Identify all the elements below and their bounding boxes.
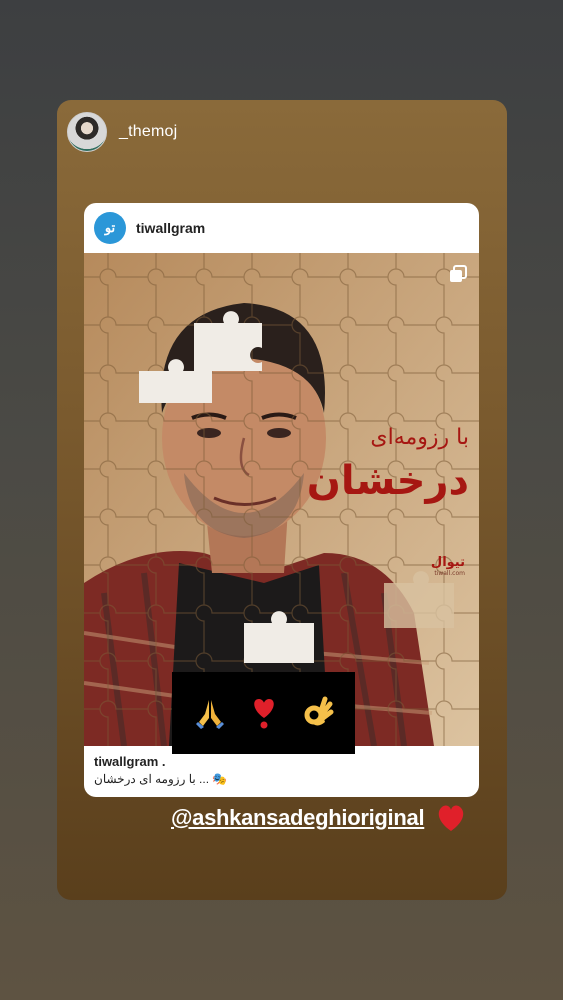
red-heart-icon: [439, 805, 464, 831]
user-avatar[interactable]: [67, 112, 107, 152]
tiwall-logo-icon[interactable]: تو: [94, 212, 126, 244]
heart-exclamation-icon: [247, 696, 281, 730]
image-brand-name: تیوال: [430, 555, 465, 570]
post-header: تو tiwallgram: [84, 203, 479, 253]
caption-text: با رزومه ای درخشان ... 🎭: [94, 772, 228, 786]
caption-account[interactable]: tiwallgram .: [94, 754, 469, 769]
image-title-small: با رزومه‌ای: [370, 425, 469, 450]
emoji-sticker[interactable]: [172, 672, 355, 754]
post-account-name[interactable]: tiwallgram: [136, 220, 205, 236]
image-title-big: درخشان: [306, 458, 469, 504]
mention-username[interactable]: @ashkansadeghioriginal: [171, 805, 425, 831]
ok-hand-icon: [301, 696, 335, 730]
carousel-icon: [450, 265, 467, 282]
image-brand-url: tiwall.com: [434, 570, 465, 577]
story-frame: _themoj تو tiwallgram: [57, 100, 507, 900]
story-header: _themoj: [67, 111, 177, 153]
praying-hands-icon: [193, 696, 227, 730]
mention-sticker[interactable]: @ashkansadeghioriginal: [171, 804, 466, 832]
image-brand-logo: تیوال tiwall.com: [431, 555, 465, 577]
story-username[interactable]: _themoj: [119, 123, 177, 141]
